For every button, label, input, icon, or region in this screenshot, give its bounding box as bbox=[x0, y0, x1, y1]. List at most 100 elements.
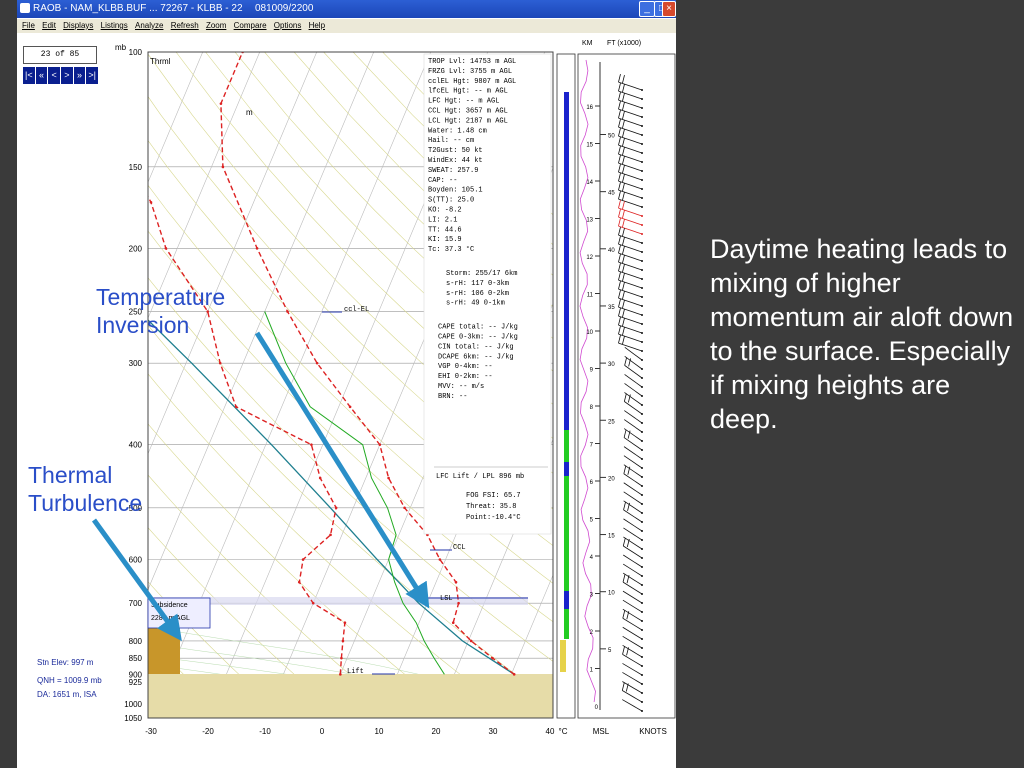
wind-barb-point bbox=[641, 701, 643, 703]
wind-barb-point bbox=[641, 377, 643, 379]
cape-param-line: CIN total: -- J/kg bbox=[438, 343, 514, 351]
wind-barb-point bbox=[641, 224, 643, 226]
wind-barb-point bbox=[641, 449, 643, 451]
layer-bar-green bbox=[564, 476, 569, 591]
wind-barb-point bbox=[641, 206, 643, 208]
temperature-point bbox=[457, 601, 460, 605]
wind-barb-point bbox=[641, 332, 643, 334]
wind-barb-point bbox=[641, 278, 643, 280]
wind-barb-point bbox=[641, 413, 643, 415]
param-line: TROP Lvl: 14753 m AGL bbox=[428, 58, 516, 66]
pressure-tick-label: 300 bbox=[129, 359, 143, 368]
wind-barb-point bbox=[641, 107, 643, 109]
layer-bar-blue bbox=[564, 591, 569, 609]
dewpoint-point bbox=[218, 361, 222, 365]
wind-barb-point bbox=[641, 647, 643, 649]
cape-param-line: EHI 0-2km: -- bbox=[438, 373, 493, 381]
dewpoint-point bbox=[297, 580, 301, 584]
wind-barb-point bbox=[641, 269, 643, 271]
param-line: CCL Hgt: 3657 m AGL bbox=[428, 108, 508, 116]
temp-tick-label: 30 bbox=[489, 727, 498, 736]
temperature-point bbox=[255, 247, 259, 250]
temp-tick-label: 10 bbox=[375, 727, 384, 736]
wind-barb-point bbox=[641, 674, 643, 676]
ft-tick-label: 20 bbox=[608, 476, 615, 482]
wind-barb-point bbox=[641, 251, 643, 253]
wind-barb-point bbox=[641, 494, 643, 496]
dewpoint-point bbox=[318, 476, 322, 480]
storm-param-line: s-rH: 49 0-1km bbox=[446, 300, 505, 308]
temperature-point bbox=[454, 580, 458, 584]
pressure-tick-label: 800 bbox=[129, 637, 143, 646]
param-line: KI: 15.9 bbox=[428, 236, 462, 244]
pressure-tick-label: 1000 bbox=[124, 700, 142, 709]
ground-layer bbox=[148, 674, 553, 718]
temperature-point bbox=[403, 506, 406, 510]
temp-tick-label: 0 bbox=[320, 727, 325, 736]
wind-barb-point bbox=[641, 422, 643, 424]
dewpoint-point bbox=[149, 200, 153, 204]
wind-barb-point bbox=[641, 458, 643, 460]
dewpoint-point bbox=[329, 533, 332, 537]
wind-barb-point bbox=[641, 620, 643, 622]
temperature-point bbox=[286, 310, 289, 313]
dewpoint-point bbox=[334, 506, 338, 510]
wind-barb-point bbox=[641, 350, 643, 352]
dry-adiabat bbox=[148, 694, 171, 718]
cape-param-line: CAPE 0-3km: -- J/kg bbox=[438, 334, 518, 342]
wind-barb-point bbox=[641, 665, 643, 667]
km-tick-label: 16 bbox=[586, 105, 593, 111]
ft-tick-label: 30 bbox=[608, 362, 615, 368]
wind-barb-point bbox=[641, 170, 643, 172]
wind-barb-point bbox=[641, 260, 643, 262]
wind-barb-point bbox=[641, 656, 643, 658]
km-tick-label: 12 bbox=[586, 255, 593, 261]
cape-param-line: CAPE total: -- J/kg bbox=[438, 324, 518, 332]
knots-label: KNOTS bbox=[639, 727, 667, 736]
dry-adiabat bbox=[148, 423, 460, 718]
thrml-label: Thrml bbox=[150, 57, 171, 66]
dewpoint-point bbox=[234, 405, 238, 409]
wind-barb-point bbox=[641, 89, 643, 91]
thermal-label: Thermal Turbulence bbox=[28, 461, 142, 517]
msl-label: MSL bbox=[593, 727, 610, 736]
temp-tick-label: 20 bbox=[432, 727, 441, 736]
temp-tick-label: 40 bbox=[546, 727, 555, 736]
dewpoint-point bbox=[340, 656, 343, 660]
isotherm-line bbox=[0, 52, 89, 718]
param-line: CAP: -- bbox=[428, 177, 457, 185]
wind-barb-point bbox=[641, 440, 643, 442]
dewpoint-point bbox=[311, 601, 315, 605]
pressure-tick-label: 400 bbox=[129, 441, 143, 450]
isotherm-line bbox=[0, 52, 146, 718]
moist-adiabat bbox=[148, 671, 437, 718]
wind-barb-point bbox=[641, 242, 643, 244]
moist-adiabat bbox=[148, 655, 494, 718]
temp-tick-label: -10 bbox=[259, 727, 271, 736]
wind-barb-point bbox=[641, 638, 643, 640]
param-line: LCL Hgt: 2187 m AGL bbox=[428, 117, 508, 125]
layer-bar-yellow bbox=[560, 640, 566, 672]
param-line: WindEx: 44 kt bbox=[428, 157, 483, 165]
lift-label: Lift bbox=[347, 668, 364, 676]
slide-note: Daytime heating leads to mixing of highe… bbox=[710, 234, 1014, 434]
temperature-point bbox=[221, 165, 225, 169]
km-tick-label: 13 bbox=[586, 218, 593, 224]
cape-param-line: VGP 0-4km: -- bbox=[438, 363, 493, 371]
storm-param-line: s-rH: 106 0-2km bbox=[446, 290, 509, 298]
subsidence-label-line2: 2287 m AGL bbox=[151, 615, 190, 622]
wind-barb-point bbox=[641, 215, 643, 217]
moist-adiabat bbox=[148, 679, 408, 718]
param-line: FRZG Lvl: 3755 m AGL bbox=[428, 68, 512, 76]
wind-barb-point bbox=[641, 503, 643, 505]
ft-tick-label: 10 bbox=[608, 591, 615, 597]
wind-barb-point bbox=[641, 359, 643, 361]
moist-adiabat bbox=[148, 699, 294, 718]
ft-tick-label: 50 bbox=[608, 134, 615, 140]
ft-tick-label: 35 bbox=[608, 305, 615, 311]
param-line: Boyden: 105.1 bbox=[428, 187, 483, 195]
wind-barb-point bbox=[641, 557, 643, 559]
height-km-label: KM bbox=[582, 40, 593, 47]
inversion-label: Temperature Inversion bbox=[96, 283, 225, 339]
fog-param-line: Point:-10.4°C bbox=[466, 513, 521, 522]
